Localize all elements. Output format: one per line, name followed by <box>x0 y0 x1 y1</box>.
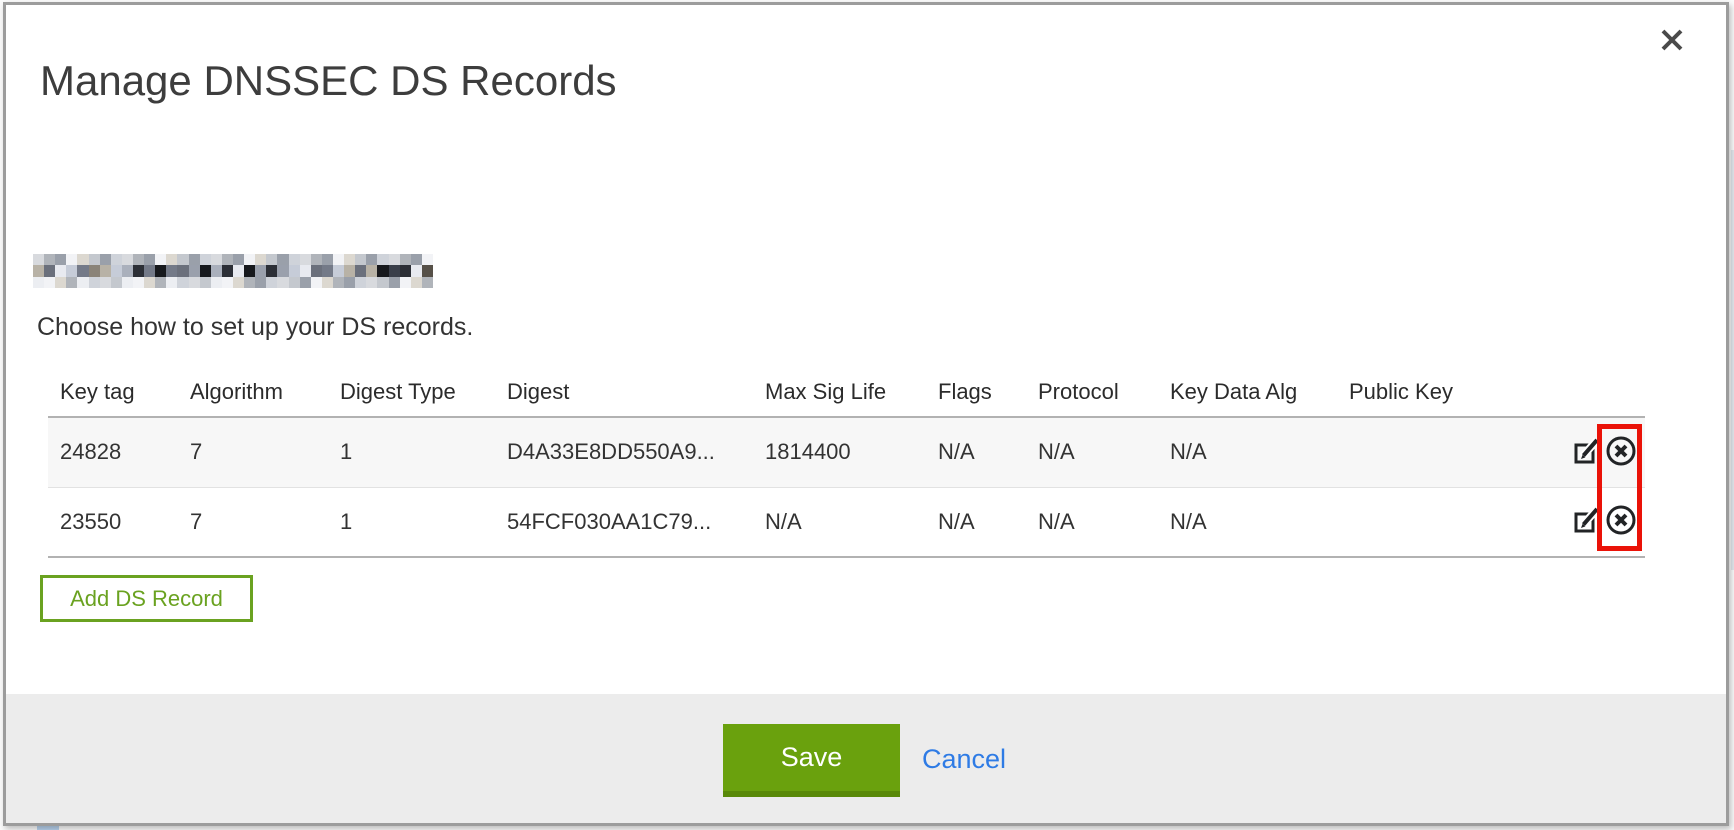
dialog-footer: Save Cancel <box>6 694 1726 823</box>
ds-records-table-wrap: Key tag Algorithm Digest Type Digest Max… <box>48 368 1645 558</box>
delete-record-button[interactable] <box>1605 435 1637 470</box>
cell-public-key <box>1337 487 1487 557</box>
manage-dnssec-dialog: Manage DNSSEC DS Records Choose how to s… <box>3 2 1729 826</box>
redacted-domain-name <box>33 254 433 288</box>
cell-digest: 54FCF030AA1C79... <box>495 487 753 557</box>
cell-key-data-alg: N/A <box>1158 487 1337 557</box>
cell-digest-type: 1 <box>328 487 495 557</box>
cell-protocol: N/A <box>1026 487 1158 557</box>
cancel-link[interactable]: Cancel <box>922 744 1006 775</box>
table-row: 23550 7 1 54FCF030AA1C79... N/A N/A N/A … <box>48 487 1645 557</box>
edit-record-button[interactable] <box>1572 435 1602 470</box>
col-header-flags: Flags <box>926 368 1026 417</box>
col-header-key-tag: Key tag <box>48 368 178 417</box>
cell-public-key <box>1337 417 1487 487</box>
cell-actions <box>1487 487 1645 557</box>
add-ds-record-button[interactable]: Add DS Record <box>40 575 253 622</box>
cell-max-sig-life: N/A <box>753 487 926 557</box>
col-header-digest-type: Digest Type <box>328 368 495 417</box>
cell-algorithm: 7 <box>178 417 328 487</box>
cell-key-tag: 24828 <box>48 417 178 487</box>
table-row: 24828 7 1 D4A33E8DD550A9... 1814400 N/A … <box>48 417 1645 487</box>
instruction-text: Choose how to set up your DS records. <box>37 313 473 342</box>
edit-pencil-square-icon <box>1572 435 1602 470</box>
col-header-algorithm: Algorithm <box>178 368 328 417</box>
close-icon <box>1658 26 1686 57</box>
col-header-key-data-alg: Key Data Alg <box>1158 368 1337 417</box>
col-header-protocol: Protocol <box>1026 368 1158 417</box>
table-header-row: Key tag Algorithm Digest Type Digest Max… <box>48 368 1645 417</box>
edit-pencil-square-icon <box>1572 504 1602 539</box>
col-header-max-sig-life: Max Sig Life <box>753 368 926 417</box>
save-button[interactable]: Save <box>723 724 900 797</box>
delete-circle-x-icon <box>1605 435 1637 470</box>
dialog-title: Manage DNSSEC DS Records <box>40 57 617 105</box>
cell-protocol: N/A <box>1026 417 1158 487</box>
cell-digest-type: 1 <box>328 417 495 487</box>
col-header-digest: Digest <box>495 368 753 417</box>
delete-circle-x-icon <box>1605 504 1637 539</box>
cell-algorithm: 7 <box>178 487 328 557</box>
cell-digest: D4A33E8DD550A9... <box>495 417 753 487</box>
close-button[interactable] <box>1652 21 1692 61</box>
cell-flags: N/A <box>926 417 1026 487</box>
col-header-actions <box>1487 368 1645 417</box>
cell-key-tag: 23550 <box>48 487 178 557</box>
delete-record-button[interactable] <box>1605 504 1637 539</box>
col-header-public-key: Public Key <box>1337 368 1487 417</box>
background-page-fragment <box>37 826 59 830</box>
ds-records-table: Key tag Algorithm Digest Type Digest Max… <box>48 368 1645 558</box>
cell-key-data-alg: N/A <box>1158 417 1337 487</box>
cell-max-sig-life: 1814400 <box>753 417 926 487</box>
cell-actions <box>1487 417 1645 487</box>
cell-flags: N/A <box>926 487 1026 557</box>
edit-record-button[interactable] <box>1572 504 1602 539</box>
